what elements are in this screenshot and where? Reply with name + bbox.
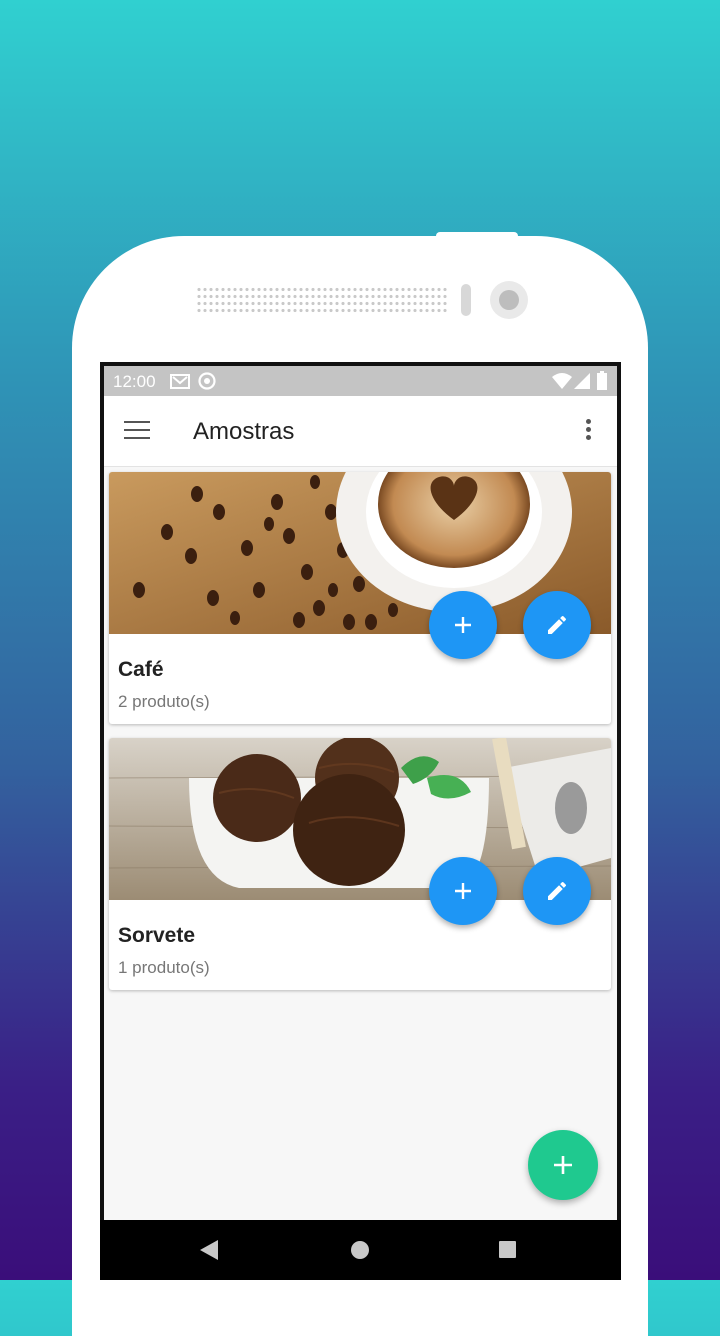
pencil-icon <box>548 615 567 634</box>
battery-icon <box>597 371 607 390</box>
power-button <box>436 232 518 240</box>
category-card-sorvete[interactable]: Sorvete 1 produto(s) <box>109 738 611 990</box>
category-card-cafe[interactable]: Café 2 produto(s) <box>109 472 611 724</box>
edit-category-button[interactable] <box>523 591 591 659</box>
app-bar: Amostras <box>104 396 617 467</box>
wifi-icon <box>552 373 572 389</box>
add-icon <box>455 617 471 633</box>
home-icon[interactable] <box>351 1241 369 1259</box>
category-title: Café <box>118 658 164 681</box>
category-product-count: 1 produto(s) <box>118 958 210 977</box>
more-vert-icon[interactable] <box>586 419 592 443</box>
status-bar: 12:00 <box>104 366 617 396</box>
add-icon <box>455 883 471 899</box>
add-icon <box>554 1156 572 1174</box>
sync-notification-icon <box>198 372 216 390</box>
earpiece-speaker <box>196 286 448 314</box>
navigation-bar <box>100 1220 621 1280</box>
back-icon[interactable] <box>200 1240 218 1260</box>
gmail-notification-icon <box>170 374 190 389</box>
menu-icon[interactable] <box>124 421 150 441</box>
add-product-button[interactable] <box>429 591 497 659</box>
add-category-button[interactable] <box>528 1130 598 1200</box>
category-product-count: 2 produto(s) <box>118 692 210 711</box>
page-title: Amostras <box>193 418 295 445</box>
phone-screen: 12:00 Amostras Café 2 produto(s) Sorvete… <box>100 362 621 1280</box>
recents-icon[interactable] <box>499 1241 516 1258</box>
pencil-icon <box>548 881 567 900</box>
category-list: Café 2 produto(s) Sorvete 1 produto(s) <box>104 467 617 1220</box>
edit-category-button[interactable] <box>523 857 591 925</box>
cell-signal-icon <box>574 373 590 389</box>
proximity-sensor <box>461 284 471 316</box>
add-product-button[interactable] <box>429 857 497 925</box>
status-time: 12:00 <box>113 372 156 391</box>
category-title: Sorvete <box>118 924 196 947</box>
front-camera-icon <box>490 281 528 319</box>
